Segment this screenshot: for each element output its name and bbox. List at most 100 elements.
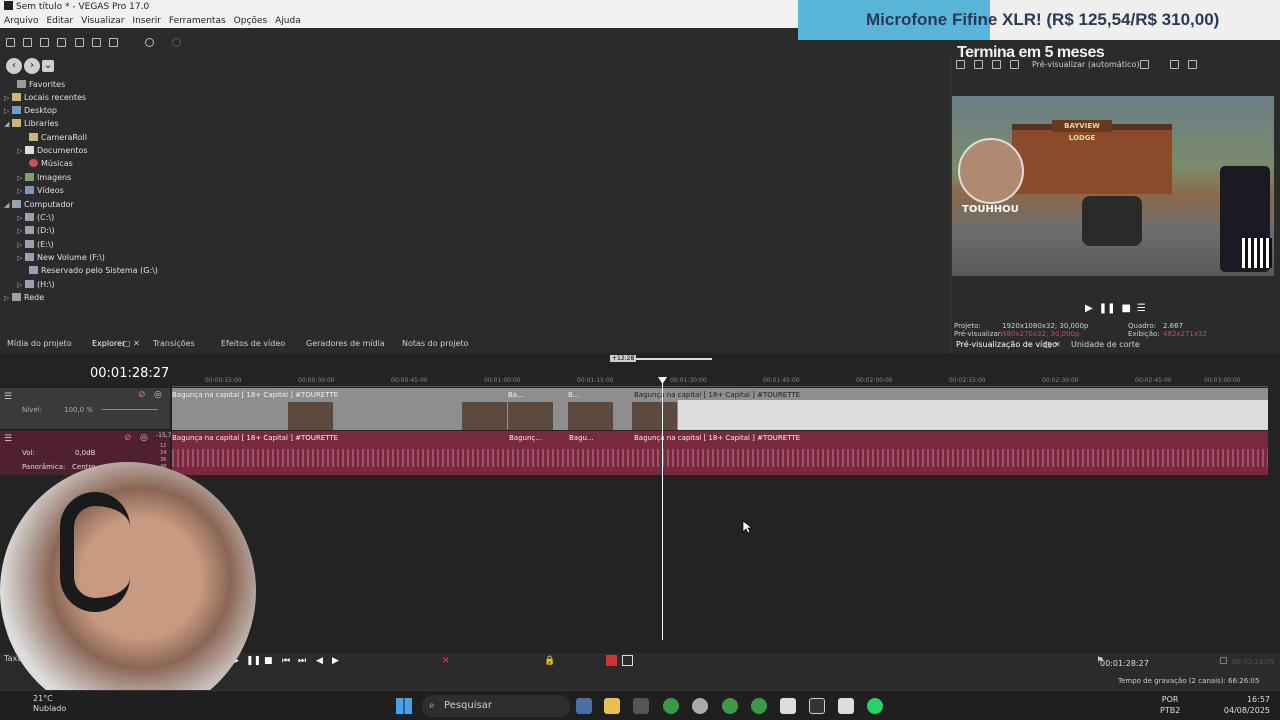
timeline-ruler[interactable]: 00:00:15:00 00:00:30:00 00:00:45:00 00:0… (172, 377, 1268, 387)
menu-opcoes[interactable]: Opções (230, 14, 271, 28)
undo-icon[interactable] (145, 38, 154, 47)
store-icon[interactable] (633, 698, 649, 714)
tab-media-generators[interactable]: Geradores de mídia (306, 337, 385, 351)
menu-arquivo[interactable]: Arquivo (0, 14, 42, 28)
tree-item-drive-d[interactable]: ▷ (D:\) (17, 224, 55, 237)
tree-item-drive-c[interactable]: ▷ (C:\) (17, 211, 54, 224)
prev-frame-icon[interactable]: ◀ (316, 656, 323, 666)
open-folder-icon[interactable] (23, 38, 32, 47)
level-slider[interactable] (102, 409, 158, 410)
file-explorer-icon[interactable] (604, 698, 620, 714)
notepad-icon[interactable] (838, 698, 854, 714)
taskbar-clock[interactable]: 16:57 04/08/2025 (1224, 694, 1270, 716)
tree-item-libraries[interactable]: ◢ Libraries (4, 117, 59, 130)
go-to-end-icon[interactable]: ⏭ (298, 656, 306, 666)
render-icon[interactable] (92, 38, 101, 47)
menu-editar[interactable]: Editar (42, 14, 77, 28)
save-icon[interactable] (40, 38, 49, 47)
tree-item-drive-g[interactable]: Reservado pelo Sistema (G:\) (29, 264, 158, 277)
menu-ajuda[interactable]: Ajuda (271, 14, 305, 28)
tab-explorer-window-icon[interactable]: ▢ ✕ (123, 337, 140, 351)
tab-video-preview[interactable]: Pré-visualização de vídeo (956, 338, 1057, 352)
stop-icon[interactable]: ■ (264, 656, 273, 666)
solo-icon[interactable]: ◎ (140, 433, 148, 443)
tree-item-drive-e[interactable]: ▷ (E:\) (17, 238, 54, 251)
lock-icon[interactable]: 🔒 (544, 656, 555, 666)
mute-icon[interactable]: ⊘ (124, 433, 132, 443)
preview-settings-gear-icon[interactable] (956, 60, 965, 69)
auto-ripple-icon[interactable] (622, 655, 633, 666)
menu-inserir[interactable]: Inserir (128, 14, 165, 28)
language-indicator[interactable]: POR PTB2 (1160, 694, 1180, 716)
taskbar-search[interactable]: ⌕ Pesquisar (422, 695, 570, 717)
chrome-profile-icon[interactable] (751, 698, 767, 714)
tree-item-favorites[interactable]: Favorites (17, 78, 65, 91)
dropdown-icon[interactable]: ⌄ (42, 60, 54, 72)
app-icon[interactable] (780, 698, 796, 714)
playhead-cursor[interactable] (662, 378, 663, 640)
whatsapp-icon[interactable] (867, 698, 883, 714)
timeline-zoom-range[interactable] (632, 358, 712, 360)
stop-icon[interactable]: ■ (1121, 303, 1130, 314)
new-file-icon[interactable] (6, 38, 15, 47)
next-frame-icon[interactable]: ▶ (332, 656, 339, 666)
delete-icon[interactable]: ✕ (442, 656, 450, 666)
grid-icon[interactable] (1140, 60, 1149, 69)
loop-region-icon[interactable]: ▢ (1219, 656, 1228, 666)
tab-project-media[interactable]: Mídia do projeto (7, 337, 72, 351)
save-snapshot-icon[interactable] (1188, 60, 1197, 69)
tree-item-desktop[interactable]: ▷ Desktop (4, 104, 57, 117)
app-icon[interactable] (692, 698, 708, 714)
go-to-start-icon[interactable]: ⏮ (282, 656, 290, 666)
vegas-taskbar-icon[interactable] (809, 698, 825, 714)
forward-arrow-icon[interactable]: › (24, 58, 40, 74)
tree-item-drive-f[interactable]: ▷ New Volume (F:\) (17, 251, 105, 264)
copy-icon[interactable] (109, 38, 118, 47)
menu-visualizar[interactable]: Visualizar (77, 14, 128, 28)
audio-track-lane[interactable]: Bagunça na capital [ 18+ Capital ] #TOUR… (172, 431, 1268, 475)
properties-gear-icon[interactable] (75, 38, 84, 47)
tree-item-musicas[interactable]: Músicas (29, 157, 73, 170)
tree-item-drive-h[interactable]: ▷ (H:\) (17, 278, 55, 291)
track-menu-icon[interactable]: ☰ (4, 392, 12, 402)
video-clip-after-playhead[interactable] (678, 400, 1268, 430)
chrome-icon[interactable] (663, 698, 679, 714)
snapping-magnet-icon[interactable] (606, 655, 617, 666)
mute-icon[interactable]: ⊘ (138, 390, 146, 400)
video-track-header[interactable]: ☰ ⊘ ◎ Nível: 100,0 % (0, 388, 170, 430)
video-track-lane[interactable]: Bagunça na capital [ 18+ Capital ] #TOUR… (172, 388, 1268, 430)
tree-item-rede[interactable]: ▷ Rede (4, 291, 44, 304)
tree-item-cameraroll[interactable]: CameraRoll (29, 131, 87, 144)
audio-clip-label: Bagunça na capital [ 18+ Capital ] #TOUR… (634, 434, 801, 442)
windows-start-icon[interactable] (396, 698, 412, 714)
solo-icon[interactable]: ◎ (154, 390, 162, 400)
play-icon[interactable]: ▶ (1085, 303, 1093, 314)
pause-icon[interactable]: ❚❚ (1099, 303, 1116, 314)
tab-explorer[interactable]: Explorer (92, 337, 125, 351)
tab-preview-window-icons[interactable]: ▢ ✕ (1044, 338, 1061, 352)
overlays-icon[interactable] (1010, 60, 1019, 69)
tab-transitions[interactable]: Transições (153, 337, 195, 351)
back-arrow-icon[interactable]: ‹ (6, 58, 22, 74)
tree-item-documentos[interactable]: ▷ Documentos (17, 144, 88, 157)
redo-icon[interactable] (172, 38, 181, 47)
tab-trimmer[interactable]: Unidade de corte (1071, 338, 1140, 352)
preview-quality-dropdown[interactable]: Pré-visualizar (automático) (1032, 60, 1139, 69)
track-menu-icon[interactable]: ☰ (4, 434, 12, 444)
split-screen-icon[interactable] (974, 60, 983, 69)
tree-item-computador[interactable]: ◢ Computador (4, 198, 74, 211)
tab-video-fx[interactable]: Efeitos de vídeo (221, 337, 285, 351)
tree-item-imagens[interactable]: ▷ Imagens (17, 171, 71, 184)
tree-item-recent[interactable]: ▷ Locais recentes (4, 91, 86, 104)
chrome-profile-icon[interactable] (722, 698, 738, 714)
fx-icon[interactable] (992, 60, 1001, 69)
menu-icon[interactable]: ☰ (1137, 303, 1146, 314)
task-view-icon[interactable] (576, 698, 592, 714)
menu-ferramentas[interactable]: Ferramentas (165, 14, 230, 28)
weather-widget[interactable]: 21°C Nublado (33, 694, 66, 714)
tree-item-videos[interactable]: ▷ Vídeos (17, 184, 64, 197)
tab-project-notes[interactable]: Notas do projeto (402, 337, 468, 351)
copy-snapshot-icon[interactable] (1170, 60, 1179, 69)
save-as-icon[interactable] (57, 38, 66, 47)
pause-icon[interactable]: ❚❚ (246, 656, 261, 666)
